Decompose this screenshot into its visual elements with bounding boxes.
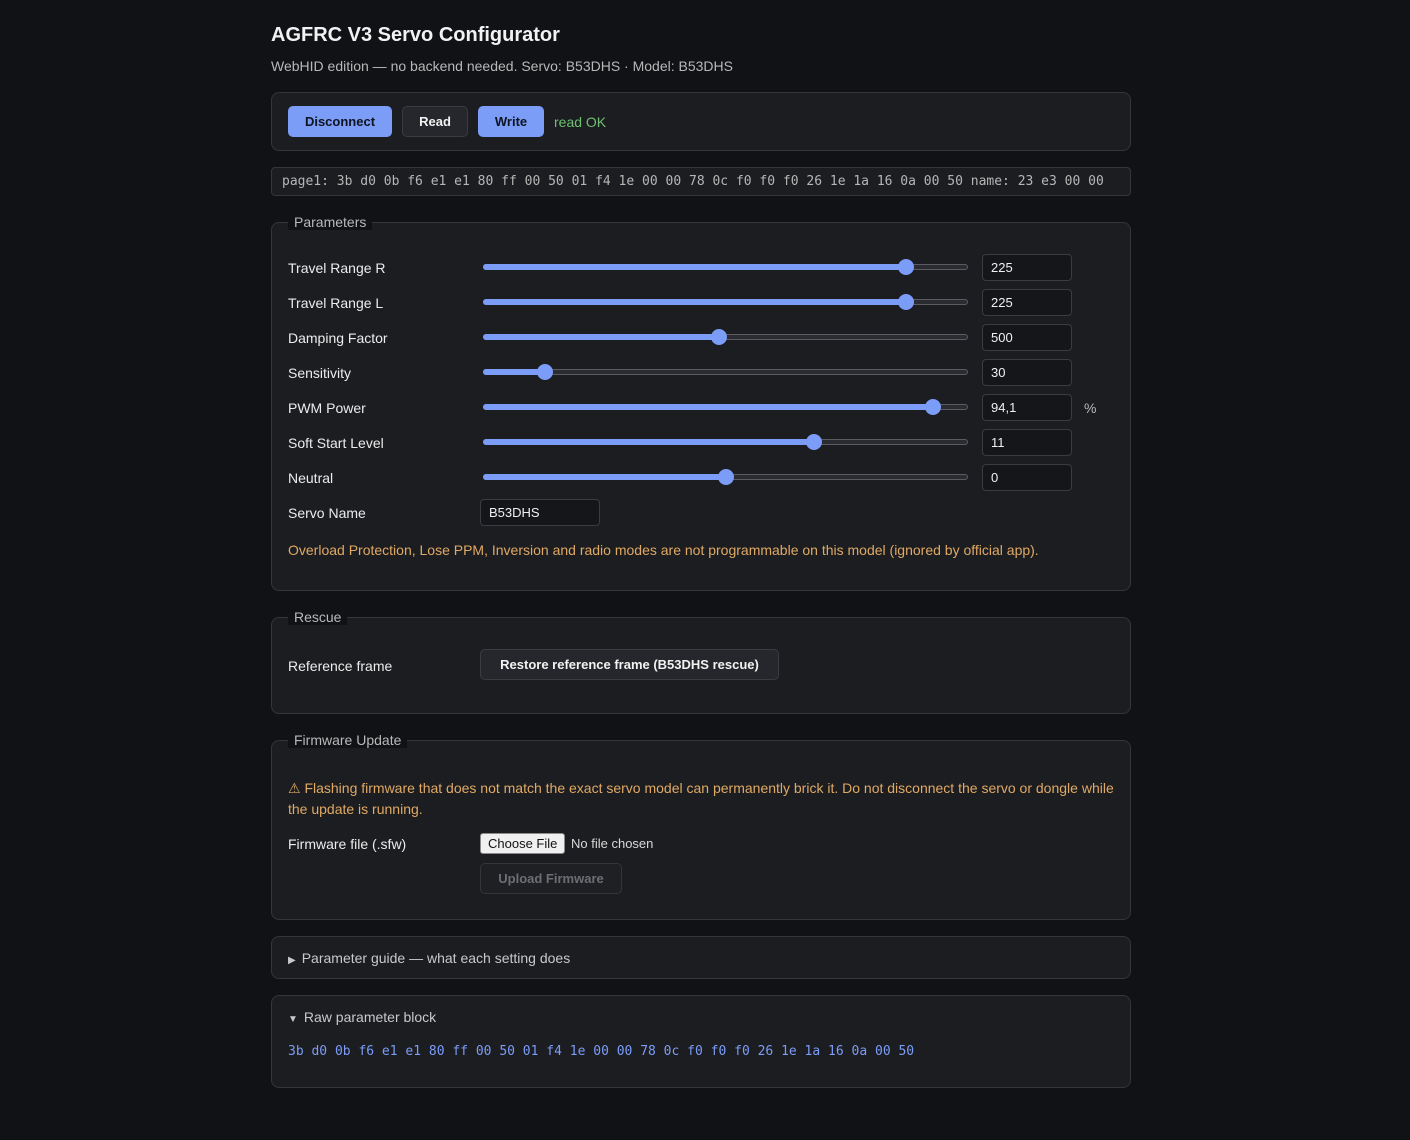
read-button[interactable]: Read (402, 106, 468, 137)
param-label-sensitivity: Sensitivity (288, 365, 352, 381)
slider-thumb[interactable] (806, 434, 822, 450)
sensitivity-input[interactable] (982, 359, 1072, 386)
upload-firmware-button[interactable]: Upload Firmware (480, 863, 622, 894)
damping-factor-slider[interactable] (483, 328, 968, 346)
param-label-pwm-power: PWM Power (288, 400, 366, 416)
firmware-file-label: Firmware file (.sfw) (288, 836, 407, 852)
param-label-soft-start-level: Soft Start Level (288, 435, 384, 451)
slider-thumb[interactable] (925, 399, 941, 415)
neutral-input[interactable] (982, 464, 1072, 491)
no-file-chosen-text: No file chosen (571, 836, 654, 851)
not-programmable-note: Overload Protection, Lose PPM, Inversion… (288, 542, 1039, 558)
hex-readout[interactable]: page1: 3b d0 0b f6 e1 e1 80 ff 00 50 01 … (271, 167, 1131, 196)
soft-start-level-slider[interactable] (483, 433, 968, 451)
servo-name-input[interactable] (480, 499, 600, 526)
parameter-guide-details[interactable]: ▶ Parameter guide — what each setting doe… (271, 936, 1131, 979)
hex-readout-text: page1: 3b d0 0b f6 e1 e1 80 ff 00 50 01 … (282, 174, 1104, 189)
slider-thumb[interactable] (898, 294, 914, 310)
raw-parameter-details[interactable]: ▼ Raw parameter block 3b d0 0b f6 e1 e1 8… (271, 995, 1131, 1088)
reference-frame-label: Reference frame (288, 658, 393, 674)
travel-range-r-slider[interactable] (483, 258, 968, 276)
param-label-neutral: Neutral (288, 470, 334, 486)
slider-thumb[interactable] (898, 259, 914, 275)
choose-file-button[interactable]: Choose File (480, 833, 566, 854)
page-subtitle: WebHID edition — no backend needed. Serv… (271, 58, 733, 74)
travel-range-l-slider[interactable] (483, 293, 968, 311)
status-text: read OK (554, 114, 607, 130)
slider-thumb[interactable] (537, 364, 553, 380)
travel-range-r-input[interactable] (982, 254, 1072, 281)
write-button[interactable]: Write (478, 106, 544, 137)
raw-parameter-summary[interactable]: ▼ Raw parameter block (288, 1009, 436, 1025)
firmware-update-legend: Firmware Update (288, 732, 408, 748)
firmware-update-fieldset: Firmware Update ⚠ Flashing firmware that… (271, 732, 1131, 920)
rescue-fieldset: Rescue Reference frame Restore reference… (271, 609, 1131, 714)
raw-parameter-hex: 3b d0 0b f6 e1 e1 80 ff 00 50 01 f4 1e 0… (288, 1044, 915, 1059)
param-label-travel-range-l: Travel Range L (288, 295, 384, 311)
pwm-power-slider[interactable] (483, 398, 968, 416)
connection-toolbar: Disconnect Read Write read OK (271, 92, 1131, 151)
sensitivity-slider[interactable] (483, 363, 968, 381)
raw-parameter-summary-text: Raw parameter block (303, 1009, 437, 1025)
triangle-down-icon: ▼ (288, 1014, 298, 1025)
pwm-power-input[interactable] (982, 394, 1072, 421)
neutral-slider[interactable] (483, 468, 968, 486)
slider-thumb[interactable] (711, 329, 727, 345)
parameter-guide-summary[interactable]: ▶ Parameter guide — what each setting doe… (288, 950, 570, 966)
rescue-legend: Rescue (288, 609, 348, 625)
parameter-guide-summary-text: Parameter guide — what each setting does (301, 950, 571, 966)
page-title: AGFRC V3 Servo Configurator (271, 24, 560, 46)
servo-name-label: Servo Name (288, 505, 366, 521)
parameters-legend: Parameters (288, 214, 373, 230)
parameters-fieldset: Parameters Travel Range R Travel Range L… (271, 214, 1131, 591)
param-label-damping-factor: Damping Factor (288, 330, 388, 346)
restore-reference-frame-button[interactable]: Restore reference frame (B53DHS rescue) (480, 649, 779, 680)
slider-thumb[interactable] (718, 469, 734, 485)
pwm-power-unit: % (1084, 400, 1097, 416)
firmware-warning: ⚠ Flashing firmware that does not match … (288, 780, 1114, 817)
damping-factor-input[interactable] (982, 324, 1072, 351)
param-label-travel-range-r: Travel Range R (288, 260, 386, 276)
disconnect-button[interactable]: Disconnect (288, 106, 392, 137)
soft-start-level-input[interactable] (982, 429, 1072, 456)
travel-range-l-input[interactable] (982, 289, 1072, 316)
triangle-right-icon: ▶ (288, 955, 296, 966)
